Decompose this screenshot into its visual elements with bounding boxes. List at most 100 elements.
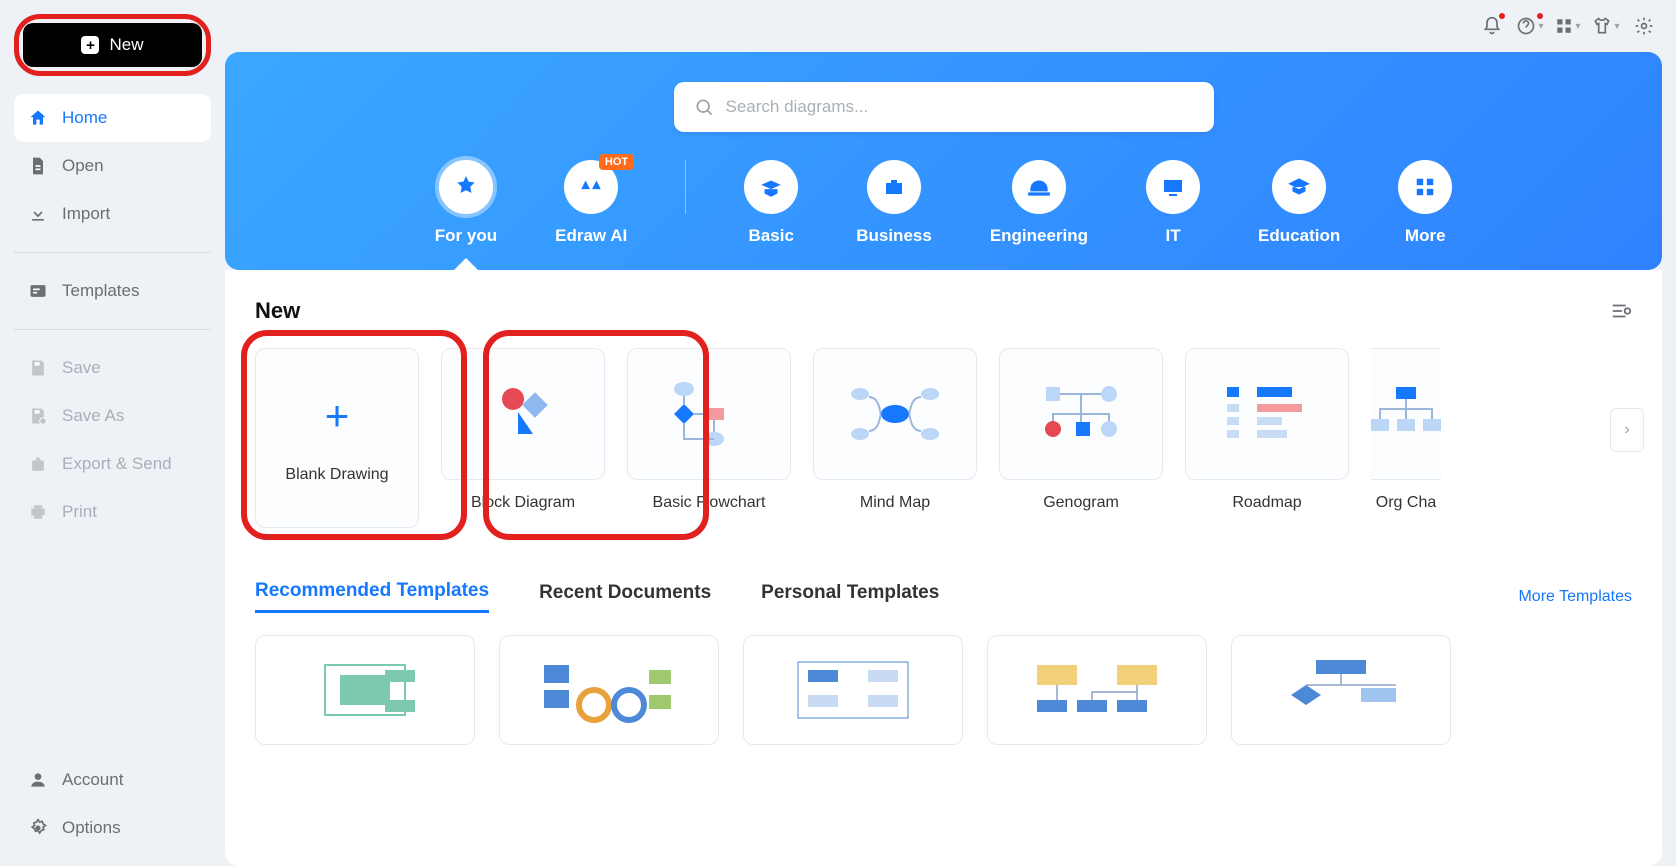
- bell-icon[interactable]: [1478, 12, 1506, 40]
- template-tabs: Recommended Templates Recent Documents P…: [255, 580, 1632, 613]
- category-basic[interactable]: Basic: [744, 160, 798, 246]
- template-blank-drawing[interactable]: + Blank Drawing: [255, 348, 419, 528]
- highlight-new-button: + New: [14, 14, 211, 76]
- sidebar-item-open[interactable]: Open: [14, 142, 211, 190]
- template-label: Block Diagram: [471, 494, 575, 512]
- sidebar-item-save-as[interactable]: Save As: [14, 392, 211, 440]
- sidebar-item-import[interactable]: Import: [14, 190, 211, 238]
- category-label: IT: [1165, 226, 1180, 246]
- category-business[interactable]: Business: [856, 160, 932, 246]
- category-it[interactable]: IT: [1146, 160, 1200, 246]
- template-label: Blank Drawing: [285, 466, 388, 484]
- content-panel: New + Blank Drawing Block Diagram: [225, 270, 1662, 866]
- template-row: + Blank Drawing Block Diagram Basic Flow…: [255, 348, 1632, 528]
- tshirt-icon[interactable]: [1592, 12, 1620, 40]
- filter-icon[interactable]: [1610, 300, 1632, 322]
- template-card[interactable]: [987, 635, 1207, 745]
- category-label: Business: [856, 226, 932, 246]
- search-input[interactable]: [726, 97, 1194, 117]
- settings-icon[interactable]: [1630, 12, 1658, 40]
- category-label: For you: [435, 226, 497, 246]
- template-card[interactable]: [499, 635, 719, 745]
- export-icon: [28, 454, 48, 474]
- sidebar-item-label: Open: [62, 156, 104, 176]
- sidebar-item-templates[interactable]: Templates: [14, 267, 211, 315]
- next-button[interactable]: ›: [1610, 408, 1644, 452]
- main-area: For you HOT Edraw AI Basic Business: [225, 0, 1676, 866]
- more-templates-link[interactable]: More Templates: [1518, 588, 1632, 606]
- sidebar-item-label: Import: [62, 204, 110, 224]
- template-card[interactable]: [1231, 635, 1451, 745]
- genogram-icon: [1031, 379, 1131, 449]
- category-engineering[interactable]: Engineering: [990, 160, 1088, 246]
- divider: [14, 252, 211, 253]
- import-icon: [28, 204, 48, 224]
- search-box[interactable]: [674, 82, 1214, 132]
- category-label: Engineering: [990, 226, 1088, 246]
- template-genogram[interactable]: [999, 348, 1163, 480]
- save-icon: [28, 358, 48, 378]
- category-label: Edraw AI: [555, 226, 627, 246]
- sidebar-item-label: Print: [62, 502, 97, 522]
- new-button[interactable]: + New: [23, 23, 202, 67]
- block-diagram-icon: [483, 374, 563, 454]
- category-more[interactable]: More: [1398, 160, 1452, 246]
- new-button-label: New: [109, 35, 143, 55]
- sidebar: + New Home Open Import Templates Save: [0, 0, 225, 866]
- template-block-diagram[interactable]: [441, 348, 605, 480]
- mind-map-icon: [845, 379, 945, 449]
- gear-icon: [28, 818, 48, 838]
- tab-recent[interactable]: Recent Documents: [539, 582, 711, 612]
- roadmap-icon: [1217, 379, 1317, 449]
- category-label: Basic: [749, 226, 794, 246]
- topbar: [225, 0, 1676, 52]
- tab-personal[interactable]: Personal Templates: [761, 582, 939, 612]
- divider: [14, 329, 211, 330]
- new-section-heading: New: [255, 298, 300, 324]
- flowchart-icon: [664, 374, 754, 454]
- template-label: Basic Flowchart: [653, 494, 766, 512]
- template-basic-flowchart[interactable]: [627, 348, 791, 480]
- file-icon: [28, 156, 48, 176]
- plus-icon: +: [81, 36, 99, 54]
- category-row: For you HOT Edraw AI Basic Business: [225, 160, 1662, 246]
- plus-icon: +: [325, 392, 350, 440]
- sidebar-item-save[interactable]: Save: [14, 344, 211, 392]
- category-for-you[interactable]: For you: [435, 160, 497, 246]
- recommended-row: [255, 635, 1632, 745]
- sidebar-item-account[interactable]: Account: [14, 756, 211, 804]
- template-label: Org Cha: [1376, 494, 1436, 512]
- category-edraw-ai[interactable]: HOT Edraw AI: [555, 160, 627, 246]
- sidebar-item-options[interactable]: Options: [14, 804, 211, 852]
- account-icon: [28, 770, 48, 790]
- sidebar-item-home[interactable]: Home: [14, 94, 211, 142]
- category-education[interactable]: Education: [1258, 160, 1340, 246]
- help-icon[interactable]: [1516, 12, 1544, 40]
- search-icon: [694, 97, 714, 117]
- home-icon: [28, 108, 48, 128]
- org-chart-icon: [1371, 379, 1441, 449]
- divider: [685, 160, 686, 214]
- templates-icon: [28, 281, 48, 301]
- hot-badge: HOT: [599, 154, 634, 170]
- template-roadmap[interactable]: [1185, 348, 1349, 480]
- sidebar-item-label: Account: [62, 770, 123, 790]
- hero-panel: For you HOT Edraw AI Basic Business: [225, 52, 1662, 270]
- tab-recommended[interactable]: Recommended Templates: [255, 580, 489, 613]
- sidebar-item-export[interactable]: Export & Send: [14, 440, 211, 488]
- template-mind-map[interactable]: [813, 348, 977, 480]
- sidebar-item-label: Export & Send: [62, 454, 172, 474]
- sidebar-item-label: Home: [62, 108, 107, 128]
- template-card[interactable]: [743, 635, 963, 745]
- save-as-icon: [28, 406, 48, 426]
- sidebar-item-label: Save As: [62, 406, 124, 426]
- sidebar-item-label: Options: [62, 818, 121, 838]
- template-card[interactable]: [255, 635, 475, 745]
- sidebar-item-print[interactable]: Print: [14, 488, 211, 536]
- print-icon: [28, 502, 48, 522]
- template-label: Roadmap: [1232, 494, 1301, 512]
- apps-icon[interactable]: [1554, 12, 1582, 40]
- template-label: Mind Map: [860, 494, 930, 512]
- template-org-chart[interactable]: [1371, 348, 1441, 480]
- category-label: More: [1405, 226, 1446, 246]
